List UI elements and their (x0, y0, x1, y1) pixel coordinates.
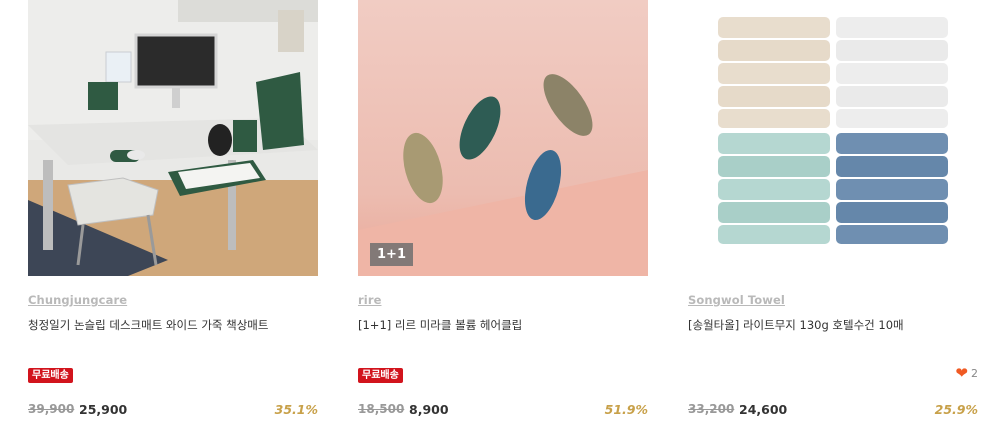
discount-rate: 51.9% (604, 402, 648, 417)
product-title[interactable]: 청정일기 논슬립 데스크매트 와이드 가죽 책상매트 (28, 317, 318, 333)
free-shipping-badge: 무료배송 (358, 368, 403, 383)
price-row: 39,900 25,900 35.1% (28, 402, 318, 418)
product-card[interactable]: Songwol Towel [송월타올] 라이트무지 130g 호텔수건 10매… (688, 0, 978, 443)
original-price: 33,200 (688, 402, 735, 416)
original-price: 18,500 (358, 402, 405, 416)
bundle-badge: 1+1 (370, 243, 413, 266)
product-image-hair-clips[interactable]: 1+1 (358, 0, 648, 276)
product-title[interactable]: [1+1] 리르 미라클 볼륨 헤어클립 (358, 317, 648, 333)
product-card[interactable]: 1+1 rire [1+1] 리르 미라클 볼륨 헤어클립 무료배송 18,50… (358, 0, 648, 443)
original-price: 39,900 (28, 402, 75, 416)
brand-link[interactable]: Chungjungcare (28, 293, 127, 307)
like-button[interactable]: ❤ 2 (955, 366, 978, 381)
product-card[interactable]: Chungjungcare 청정일기 논슬립 데스크매트 와이드 가죽 책상매트… (28, 0, 318, 443)
sale-price: 24,600 (739, 402, 788, 417)
discount-rate: 35.1% (274, 402, 318, 417)
like-count: 2 (971, 367, 978, 380)
price-row: 18,500 8,900 51.9% (358, 402, 648, 418)
brand-link[interactable]: rire (358, 293, 381, 307)
product-image-towels[interactable] (688, 0, 978, 276)
discount-rate: 25.9% (934, 402, 978, 417)
product-image-desk[interactable] (28, 0, 318, 276)
price-row: 33,200 24,600 25.9% (688, 402, 978, 418)
product-title[interactable]: [송월타올] 라이트무지 130g 호텔수건 10매 (688, 317, 978, 333)
brand-link[interactable]: Songwol Towel (688, 293, 785, 307)
heart-icon: ❤ (955, 364, 968, 382)
free-shipping-badge: 무료배송 (28, 368, 73, 383)
sale-price: 8,900 (409, 402, 449, 417)
sale-price: 25,900 (79, 402, 128, 417)
